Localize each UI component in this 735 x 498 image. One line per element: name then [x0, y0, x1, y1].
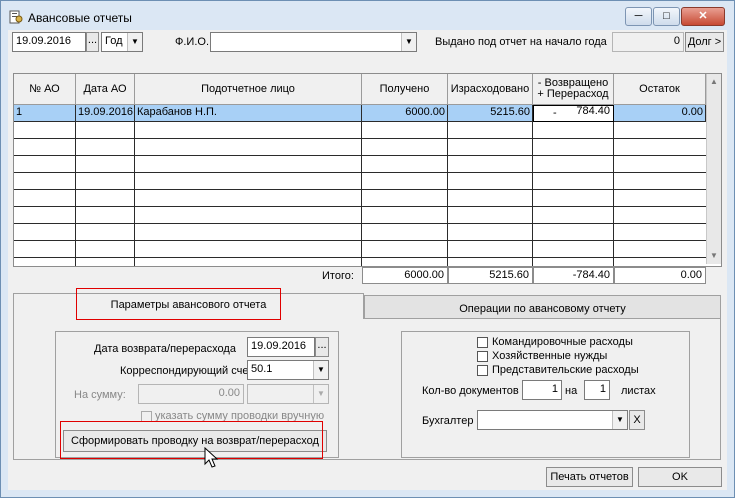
total-received: 6000.00 [362, 267, 448, 284]
cell-no: 1 [14, 105, 76, 122]
manual-amount-checkbox[interactable] [141, 411, 152, 422]
manual-amount-label: указать сумму проводки вручную [155, 410, 325, 422]
ok-button[interactable]: OK [638, 467, 722, 487]
print-reports-button[interactable]: Печать отчетов [546, 467, 633, 487]
date-field[interactable]: 19.09.2016 [12, 32, 86, 52]
column-header-date[interactable]: Дата АО [76, 74, 135, 105]
account-select[interactable]: 50.1 ▼ [247, 360, 329, 380]
column-header-spent[interactable]: Израсходовано [448, 74, 533, 105]
tab-params-label: Параметры авансового отчета [110, 299, 267, 311]
amount-select[interactable]: ▼ [247, 384, 329, 404]
advance-reports-table: № АО Дата АО Подотчетное лицо Получено И… [13, 73, 722, 267]
cell-spent: 5215.60 [448, 105, 533, 122]
chevron-down-icon: ▼ [127, 33, 142, 51]
advance-reports-window: Авансовые отчеты ─ □ ✕ 19.09.2016 ... Го… [0, 0, 735, 498]
account-value: 50.1 [251, 363, 273, 375]
column-header-received[interactable]: Получено [362, 74, 448, 105]
chevron-down-icon: ▼ [313, 361, 328, 379]
representative-checkbox[interactable] [477, 365, 488, 376]
travel-label: Командировочные расходы [492, 336, 633, 348]
column-header-person[interactable]: Подотчетное лицо [135, 74, 362, 105]
debt-button[interactable]: Долг > [685, 32, 724, 52]
period-select[interactable]: Год ▼ [101, 32, 143, 52]
fio-select[interactable]: ▼ [210, 32, 417, 52]
returned-sign: - [553, 107, 557, 119]
tab-params[interactable]: Параметры авансового отчета [13, 293, 364, 319]
chevron-down-icon: ▼ [612, 411, 627, 429]
cell-date: 19.09.2016 [76, 105, 135, 122]
column-header-returned[interactable]: - Возвращено + Перерасход [533, 74, 614, 105]
column-header-balance[interactable]: Остаток [614, 74, 706, 105]
docs-on-label: на [565, 385, 578, 397]
table-scrollbar[interactable]: ▲ ▼ [706, 74, 721, 264]
return-date-label: Дата возврата/перерасхода [94, 343, 236, 355]
total-returned: -784.40 [533, 267, 614, 284]
household-checkbox[interactable] [477, 351, 488, 362]
sheets-count-field[interactable]: 1 [584, 380, 610, 400]
empty-rows [14, 122, 706, 266]
accountant-select[interactable]: ▼ [477, 410, 628, 430]
account-label: Корреспондирующий счет [120, 365, 254, 377]
returned-value: 784.40 [576, 105, 610, 117]
create-entry-button[interactable]: Сформировать проводку на возврат/перерас… [63, 430, 327, 452]
mouse-cursor-icon [204, 447, 219, 468]
column-header-no[interactable]: № АО [14, 74, 76, 105]
client-area: 19.09.2016 ... Год ▼ Ф.И.О. ▼ Выдано под… [8, 30, 727, 490]
amount-field[interactable]: 0.00 [138, 384, 244, 404]
cell-balance: 0.00 [614, 105, 706, 122]
clear-accountant-button[interactable]: X [629, 410, 645, 430]
accountant-label: Бухгалтер [422, 415, 474, 427]
travel-checkbox[interactable] [477, 337, 488, 348]
issued-value: 0 [612, 32, 684, 52]
chevron-down-icon: ▼ [401, 33, 416, 51]
scroll-down-arrow-icon[interactable]: ▼ [707, 248, 721, 264]
minimize-button[interactable]: ─ [625, 7, 652, 26]
docs-count-label: Кол-во документов [422, 385, 519, 397]
docs-count-field[interactable]: 1 [522, 380, 562, 400]
return-date-field[interactable]: 19.09.2016 [247, 337, 315, 357]
return-date-picker-button[interactable]: ... [315, 337, 329, 357]
scroll-up-arrow-icon[interactable]: ▲ [707, 74, 721, 90]
total-spent: 5215.60 [448, 267, 533, 284]
cell-person: Карабанов Н.П. [135, 105, 362, 122]
chevron-down-icon: ▼ [313, 385, 328, 403]
sheets-label: листах [621, 385, 656, 397]
close-button[interactable]: ✕ [681, 7, 725, 26]
cell-returned-editor[interactable]: - 784.40 [533, 105, 614, 122]
representative-label: Представительские расходы [492, 364, 639, 376]
maximize-button[interactable]: □ [653, 7, 680, 26]
tab-operations-label: Операции по авансовому отчету [459, 303, 626, 315]
title-bar: Авансовые отчеты ─ □ ✕ [1, 1, 734, 31]
tab-operations[interactable]: Операции по авансовому отчету [364, 295, 721, 319]
period-value: Год [105, 35, 123, 47]
totals-label: Итого: [322, 270, 354, 282]
total-balance: 0.00 [614, 267, 706, 284]
cell-received: 6000.00 [362, 105, 448, 122]
window-title: Авансовые отчеты [28, 11, 132, 25]
app-icon [9, 10, 23, 24]
date-picker-button[interactable]: ... [86, 32, 99, 52]
issued-label: Выдано под отчет на начало года [435, 36, 607, 48]
fio-label: Ф.И.О. [175, 36, 209, 48]
household-label: Хозяйственные нужды [492, 350, 608, 362]
amount-label: На сумму: [74, 389, 126, 401]
